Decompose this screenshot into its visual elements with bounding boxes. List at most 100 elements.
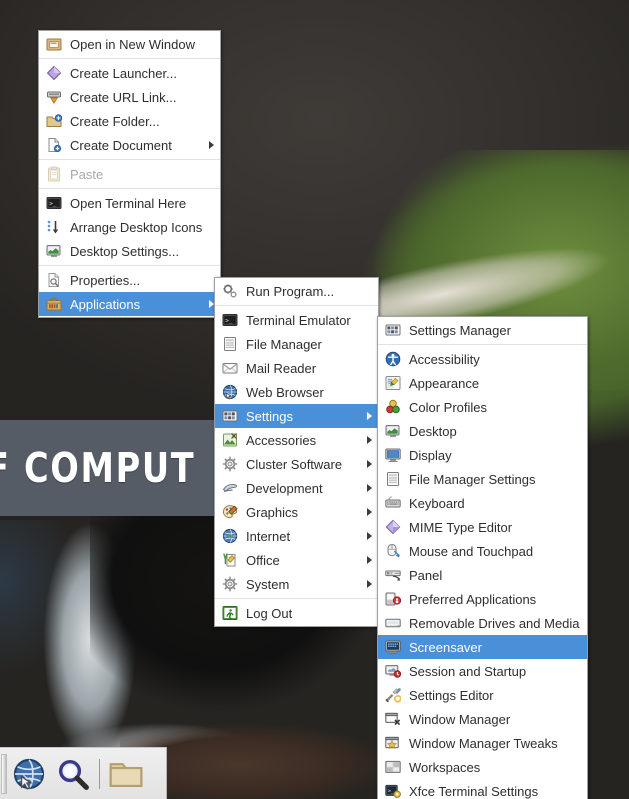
menu-item-label: Panel bbox=[409, 567, 443, 583]
mail-reader-icon bbox=[222, 360, 238, 376]
menu-item-web-browser[interactable]: Web Browser bbox=[215, 380, 378, 404]
menu-item-create-document[interactable]: Create Document bbox=[39, 133, 220, 157]
menu-item-preferred-applications[interactable]: Preferred Applications bbox=[378, 587, 587, 611]
menu-item-label: File Manager Settings bbox=[409, 471, 536, 487]
menu-item-label: Xfce Terminal Settings bbox=[409, 783, 539, 799]
taskbar-search-button[interactable] bbox=[51, 752, 95, 796]
taskbar[interactable] bbox=[0, 747, 167, 799]
taskbar-file-manager-button[interactable] bbox=[104, 752, 148, 796]
menu-separator bbox=[215, 305, 378, 306]
menu-item-create-launcher[interactable]: Create Launcher... bbox=[39, 61, 220, 85]
submenu-arrow-icon bbox=[367, 412, 372, 420]
menu-item-session-and-startup[interactable]: Session and Startup bbox=[378, 659, 587, 683]
menu-item-run-program[interactable]: Run Program... bbox=[215, 279, 378, 303]
menu-item-color-profiles[interactable]: Color Profiles bbox=[378, 395, 587, 419]
menu-item-label: MIME Type Editor bbox=[409, 519, 513, 535]
menu-separator bbox=[378, 344, 587, 345]
menu-item-mouse-and-touchpad[interactable]: Mouse and Touchpad bbox=[378, 539, 587, 563]
submenu-arrow-icon bbox=[367, 580, 372, 588]
launcher-icon bbox=[46, 65, 62, 81]
internet-globe-icon bbox=[222, 528, 238, 544]
menu-item-window-manager-tweaks[interactable]: Window Manager Tweaks bbox=[378, 731, 587, 755]
menu-item-accessibility[interactable]: Accessibility bbox=[378, 347, 587, 371]
display-icon bbox=[385, 447, 401, 463]
panel-icon bbox=[385, 567, 401, 583]
settings-submenu[interactable]: Settings Manager Accessibility Appearance C… bbox=[377, 316, 588, 799]
desktop-screen: F COMPUT Open in New Window Create Launch… bbox=[0, 0, 629, 799]
menu-item-open-terminal-here[interactable]: >_ Open Terminal Here bbox=[39, 191, 220, 215]
menu-item-label: Desktop bbox=[409, 423, 457, 439]
removable-drives-icon bbox=[385, 615, 401, 631]
applications-submenu[interactable]: Run Program... >_ Terminal Emulator File Ma… bbox=[214, 277, 379, 627]
menu-item-label: Desktop Settings... bbox=[70, 243, 180, 259]
menu-item-create-url-link[interactable]: Create URL Link... bbox=[39, 85, 220, 109]
menu-item-panel[interactable]: Panel bbox=[378, 563, 587, 587]
menu-item-accessories[interactable]: Accessories bbox=[215, 428, 378, 452]
arrange-icons-icon bbox=[46, 219, 62, 235]
menu-item-settings-manager[interactable]: Settings Manager bbox=[378, 318, 587, 342]
menu-item-applications[interactable]: Applications bbox=[39, 292, 220, 316]
properties-icon bbox=[46, 272, 62, 288]
menu-item-appearance[interactable]: Appearance bbox=[378, 371, 587, 395]
svg-text:>_: >_ bbox=[49, 200, 57, 207]
session-startup-icon bbox=[385, 663, 401, 679]
menu-item-keyboard[interactable]: Keyboard bbox=[378, 491, 587, 515]
taskbar-web-browser-button[interactable] bbox=[7, 752, 51, 796]
menu-item-terminal-emulator[interactable]: >_ Terminal Emulator bbox=[215, 308, 378, 332]
menu-item-settings[interactable]: Settings bbox=[215, 404, 378, 428]
menu-item-graphics[interactable]: Graphics bbox=[215, 500, 378, 524]
menu-item-arrange-desktop-icons[interactable]: Arrange Desktop Icons bbox=[39, 215, 220, 239]
menu-item-label: Create Folder... bbox=[70, 113, 160, 129]
gear-icon bbox=[222, 576, 238, 592]
menu-item-label: Create URL Link... bbox=[70, 89, 177, 105]
submenu-arrow-icon bbox=[367, 508, 372, 516]
menu-item-open-in-new-window[interactable]: Open in New Window bbox=[39, 32, 220, 56]
applications-icon bbox=[46, 296, 62, 312]
menu-item-label: Window Manager bbox=[409, 711, 511, 727]
menu-item-label: Preferred Applications bbox=[409, 591, 537, 607]
menu-item-cluster-software[interactable]: Cluster Software bbox=[215, 452, 378, 476]
menu-item-label: Applications bbox=[70, 296, 141, 312]
desktop-banner-text: F COMPUT bbox=[0, 444, 196, 492]
menu-item-development[interactable]: Development bbox=[215, 476, 378, 500]
menu-item-office[interactable]: Office bbox=[215, 548, 378, 572]
menu-item-label: Terminal Emulator bbox=[246, 312, 351, 328]
appearance-icon bbox=[385, 375, 401, 391]
menu-item-label: Color Profiles bbox=[409, 399, 488, 415]
menu-item-desktop-settings[interactable]: Desktop Settings... bbox=[39, 239, 220, 263]
menu-item-file-manager-settings[interactable]: File Manager Settings bbox=[378, 467, 587, 491]
menu-item-workspaces[interactable]: Workspaces bbox=[378, 755, 587, 779]
folder-open-icon bbox=[46, 36, 62, 52]
settings-manager-icon bbox=[222, 408, 238, 424]
new-folder-icon bbox=[46, 113, 62, 129]
submenu-arrow-icon bbox=[367, 556, 372, 564]
desktop-context-menu[interactable]: Open in New Window Create Launcher... Crea… bbox=[38, 30, 221, 318]
menu-item-mime-type-editor[interactable]: MIME Type Editor bbox=[378, 515, 587, 539]
menu-item-mail-reader[interactable]: Mail Reader bbox=[215, 356, 378, 380]
menu-item-label: Mouse and Touchpad bbox=[409, 543, 534, 559]
url-link-icon bbox=[46, 89, 62, 105]
web-browser-icon bbox=[12, 757, 46, 791]
menu-item-label: Appearance bbox=[409, 375, 480, 391]
menu-item-system[interactable]: System bbox=[215, 572, 378, 596]
menu-item-internet[interactable]: Internet bbox=[215, 524, 378, 548]
menu-item-xfce-terminal-settings[interactable]: >_ Xfce Terminal Settings bbox=[378, 779, 587, 799]
menu-item-display[interactable]: Display bbox=[378, 443, 587, 467]
menu-item-file-manager[interactable]: File Manager bbox=[215, 332, 378, 356]
menu-item-label: Open Terminal Here bbox=[70, 195, 187, 211]
menu-item-create-folder[interactable]: Create Folder... bbox=[39, 109, 220, 133]
settings-editor-icon bbox=[385, 687, 401, 703]
menu-item-log-out[interactable]: Log Out bbox=[215, 601, 378, 625]
menu-item-properties[interactable]: Properties... bbox=[39, 268, 220, 292]
menu-item-removable-drives-and-media[interactable]: Removable Drives and Media bbox=[378, 611, 587, 635]
menu-item-window-manager[interactable]: Window Manager bbox=[378, 707, 587, 731]
file-manager-icon bbox=[385, 471, 401, 487]
menu-item-label: Properties... bbox=[70, 272, 141, 288]
keyboard-icon bbox=[385, 495, 401, 511]
menu-item-label: Settings bbox=[246, 408, 293, 424]
menu-item-settings-editor[interactable]: Settings Editor bbox=[378, 683, 587, 707]
preferred-apps-icon bbox=[385, 591, 401, 607]
menu-item-desktop[interactable]: Desktop bbox=[378, 419, 587, 443]
desktop-settings-icon bbox=[46, 243, 62, 259]
menu-item-screensaver[interactable]: Screensaver bbox=[378, 635, 587, 659]
